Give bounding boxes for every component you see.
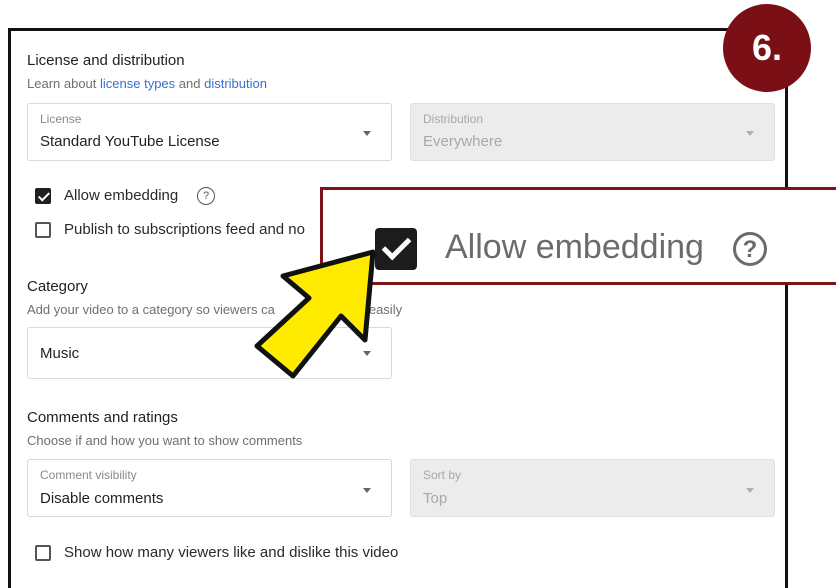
- chevron-down-icon: [746, 488, 754, 493]
- sort-by-value: Top: [423, 490, 448, 507]
- category-section-title: Category: [27, 278, 88, 295]
- subtitle-and: and: [175, 76, 205, 91]
- distribution-link[interactable]: distribution: [204, 76, 267, 91]
- distribution-value: Everywhere: [423, 133, 503, 150]
- license-section-title: License and distribution: [27, 52, 185, 69]
- question-circle-icon[interactable]: ?: [197, 187, 215, 205]
- zoom-callout-label: Allow embedding: [445, 228, 704, 266]
- comment-visibility-label: Comment visibility: [40, 468, 137, 482]
- license-section-subtitle: Learn about license types and distributi…: [27, 76, 267, 91]
- publish-feed-label: Publish to subscriptions feed and no: [64, 221, 305, 238]
- arrow-pointer-icon: [254, 249, 376, 379]
- license-label: License: [40, 112, 82, 126]
- distribution-label: Distribution: [423, 112, 484, 126]
- subtitle-prefix: Learn about: [27, 76, 101, 91]
- category-subtitle-left: Add your video to a category so viewers …: [27, 302, 275, 317]
- comments-section-title: Comments and ratings: [27, 409, 178, 426]
- comment-visibility-select[interactable]: Comment visibility Disable comments: [27, 459, 392, 517]
- question-circle-icon: ?: [733, 232, 767, 266]
- chevron-down-icon: [363, 488, 371, 493]
- publish-feed-checkbox[interactable]: [35, 222, 51, 238]
- allow-embedding-label: Allow embedding: [64, 187, 179, 204]
- chevron-down-icon: [363, 131, 371, 136]
- show-likes-label: Show how many viewers like and dislike t…: [64, 544, 399, 561]
- license-select[interactable]: License Standard YouTube License: [27, 103, 392, 161]
- license-types-link[interactable]: license types: [100, 76, 175, 91]
- license-value: Standard YouTube License: [40, 133, 220, 150]
- comments-section-subtitle: Choose if and how you want to show comme…: [27, 433, 303, 448]
- category-value: Music: [40, 345, 80, 362]
- step-badge: 6.: [723, 4, 811, 92]
- sort-by-label: Sort by: [423, 468, 462, 482]
- allow-embedding-checkbox[interactable]: [35, 188, 51, 204]
- comment-visibility-value: Disable comments: [40, 490, 164, 507]
- sort-by-select[interactable]: Sort by Top: [410, 459, 775, 517]
- show-likes-checkbox[interactable]: [35, 545, 51, 561]
- zoom-callout: Allow embedding ?: [320, 187, 836, 285]
- chevron-down-icon: [746, 131, 754, 136]
- distribution-select[interactable]: Distribution Everywhere: [410, 103, 775, 161]
